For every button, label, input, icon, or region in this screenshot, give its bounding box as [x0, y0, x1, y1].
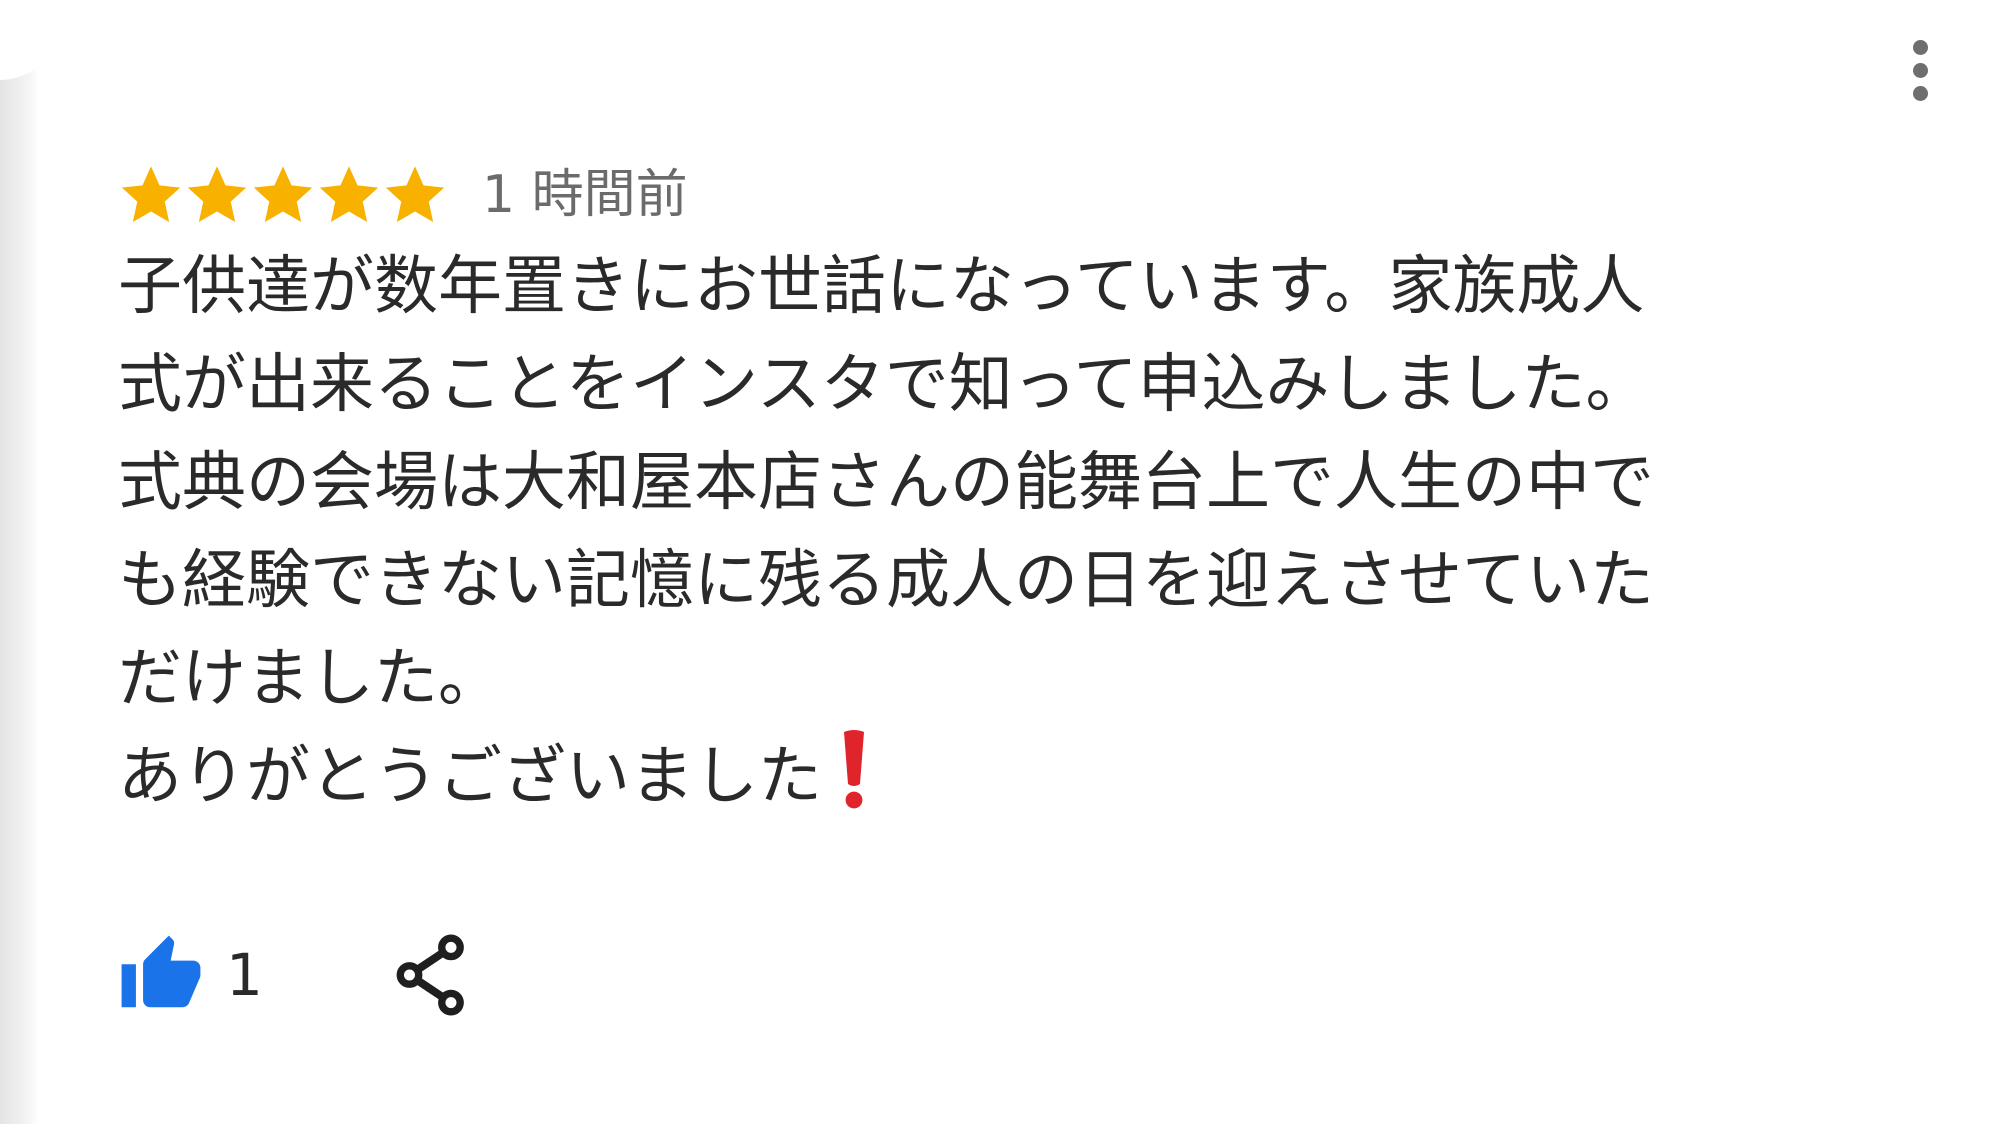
star-icon [385, 166, 445, 222]
star-rating [118, 162, 448, 228]
rating-row: 1 時間前 [118, 160, 688, 230]
review-timestamp: 1 時間前 [482, 165, 688, 225]
share-button[interactable] [391, 932, 471, 1018]
more-vert-icon [1912, 39, 1928, 55]
share-icon [396, 934, 464, 1016]
review-screen: 1 時間前 子供達が数年置きにお世話になっています。家族成人 式が出来ることをイ… [0, 0, 2000, 1124]
review-text: 子供達が数年置きにお世話になっています。家族成人 式が出来ることをインスタで知っ… [118, 238, 1818, 826]
star-icon [121, 166, 181, 222]
review-actions: 1 [118, 925, 471, 1025]
star-icon [187, 166, 247, 222]
exclamation-emoji-icon [844, 730, 864, 809]
more-vert-icon-dot [1912, 85, 1928, 101]
more-options-button[interactable] [1888, 30, 1952, 110]
star-icon [319, 166, 379, 222]
more-vert-icon-dot [1912, 62, 1928, 78]
review-text-line-last: ありがとうございました [118, 728, 1818, 826]
like-count: 1 [226, 941, 263, 1009]
review-text-thanks: ありがとうございました [118, 740, 822, 814]
review-text-line: だけました。 [118, 642, 502, 716]
review-text-line: 式典の会場は大和屋本店さんの能舞台上で人生の中で [118, 446, 1654, 520]
review-text-line: も経験できない記憶に残る成人の日を迎えさせていた [118, 544, 1654, 618]
review-text-line: 子供達が数年置きにお世話になっています。家族成人 [118, 250, 1645, 324]
thumbs-up-icon [121, 935, 201, 1008]
star-icon [253, 166, 313, 222]
review-text-line: 式が出来ることをインスタで知って申込みしました。 [118, 348, 1650, 422]
card-edge-shadow [0, 0, 38, 1124]
like-button[interactable]: 1 [118, 932, 263, 1018]
